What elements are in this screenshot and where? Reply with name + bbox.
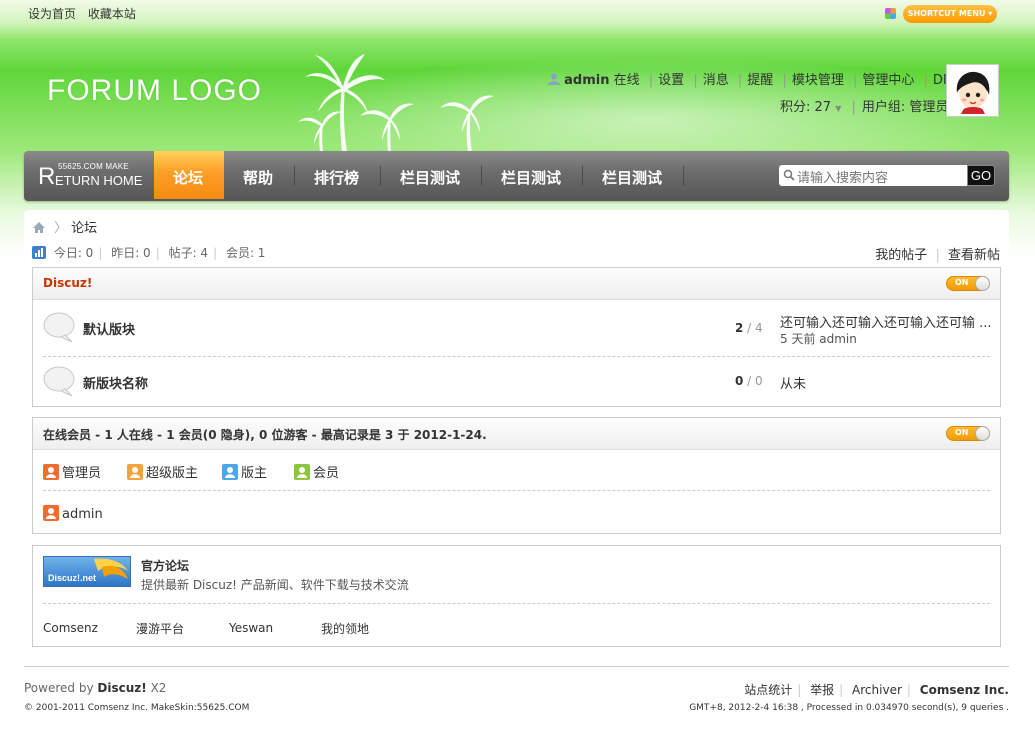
friend-link-manyou[interactable]: 漫游平台 <box>136 620 184 637</box>
copyright: © 2001-2011 Comsenz Inc. MakeSkin:55625.… <box>24 703 250 713</box>
my-posts-link[interactable]: 我的帖子 <box>875 248 927 263</box>
bookmark-link[interactable]: 收藏本站 <box>88 7 136 21</box>
stat-yesterday: 昨日: 0 <box>111 246 151 260</box>
friend-link-yeswan[interactable]: Yeswan <box>229 621 273 635</box>
shortcut-menu-button[interactable]: SHORTCUT MENU ▾ <box>903 5 997 23</box>
nav-item-test-2[interactable]: 栏目测试 <box>501 167 561 188</box>
discuz-net-badge[interactable]: Discuz!.net <box>43 556 131 587</box>
stats-chart-icon <box>32 246 46 259</box>
module-manage-link[interactable]: 模块管理 <box>792 73 844 88</box>
search-input[interactable]: 请输入搜索内容 <box>779 165 967 186</box>
discuz-link[interactable]: Discuz! <box>97 681 146 695</box>
top-links: 设为首页 收藏本站 <box>28 5 144 22</box>
nav-item-test-1[interactable]: 栏目测试 <box>400 167 460 188</box>
nav-item-test-3[interactable]: 栏目测试 <box>602 167 662 188</box>
view-new-posts-link[interactable]: 查看新帖 <box>948 248 1000 263</box>
footer-links: 站点统计 | 举报 | Archiver | Comsenz Inc. <box>744 683 1009 697</box>
forum-row: 新版块名称 0 / 0 从未 <box>43 366 990 398</box>
friend-link-comsenz[interactable]: Comsenz <box>43 621 98 635</box>
username-link[interactable]: admin <box>564 73 609 88</box>
nav-separator <box>380 166 381 186</box>
last-post-never: 从未 <box>780 377 807 392</box>
breadcrumb: 〉论坛 <box>32 217 97 236</box>
super-moderator-icon <box>127 464 143 480</box>
nav-separator <box>294 166 295 186</box>
quick-links: 我的帖子 | 查看新帖 <box>875 248 1000 263</box>
forum-count: 2 / 4 <box>735 321 763 335</box>
nav-item-forum[interactable]: 论坛 <box>154 151 224 199</box>
version-label: X2 <box>150 681 167 695</box>
user-group[interactable]: 用户组: 管理员 <box>862 100 949 115</box>
admin-center-link[interactable]: 管理中心 <box>862 73 914 88</box>
set-home-link[interactable]: 设为首页 <box>28 7 76 21</box>
chevron-right-icon: 〉 <box>54 221 68 236</box>
user-icon <box>548 73 564 88</box>
category-header: Discuz! ON <box>33 268 1000 300</box>
nav-item-ranking[interactable]: 排行榜 <box>314 167 359 188</box>
member-icon <box>294 464 310 480</box>
admin-user-icon <box>43 505 59 521</box>
official-forum-desc: 提供最新 Discuz! 产品新闻、软件下载与技术交流 <box>141 578 409 592</box>
category-toggle[interactable]: ON <box>946 276 990 291</box>
forum-count: 0 / 0 <box>735 374 763 388</box>
palm-trees-decoration <box>298 54 494 152</box>
points-menu[interactable]: 积分: 27 <box>780 100 831 115</box>
report-link[interactable]: 举报 <box>810 683 834 697</box>
legend-super-moderator: 超级版主 <box>127 462 198 481</box>
online-title[interactable]: 在线会员 - 1 人在线 - 1 会员(0 隐身), 0 位游客 - 最高记录是… <box>43 426 487 443</box>
friend-link-my-domain[interactable]: 我的领地 <box>321 620 369 637</box>
stat-members: 会员: 1 <box>225 246 266 260</box>
archiver-link[interactable]: Archiver <box>852 683 902 697</box>
online-status: 在线 <box>613 73 640 88</box>
messages-link[interactable]: 消息 <box>703 73 729 88</box>
search-icon <box>783 169 795 181</box>
category-title[interactable]: Discuz! <box>43 276 92 290</box>
divider <box>43 356 990 357</box>
breadcrumb-current[interactable]: 论坛 <box>71 221 97 236</box>
user-meta: 积分: 27 ▼ | 用户组: 管理员 <box>780 100 949 115</box>
avatar[interactable] <box>946 64 999 117</box>
legend-member: 会员 <box>294 462 339 481</box>
forum-logo[interactable]: FORUM LOGO <box>47 74 262 108</box>
online-toggle[interactable]: ON <box>946 426 990 441</box>
admin-user-icon <box>43 464 59 480</box>
search-button[interactable]: GO <box>967 165 995 186</box>
last-post-link[interactable]: 还可输入还可输入还可输入还可输 ... <box>780 312 992 331</box>
powered-by: Powered by Discuz! X2 <box>24 681 167 695</box>
forum-bubble-icon <box>43 312 75 343</box>
online-header: 在线会员 - 1 人在线 - 1 会员(0 隐身), 0 位游客 - 最高记录是… <box>33 418 1000 450</box>
chevron-down-icon[interactable]: ▼ <box>835 104 841 113</box>
user-links: admin 在线 |设置 |消息 |提醒 |模块管理 |管理中心 |DIY |退… <box>548 69 999 88</box>
official-forum-link[interactable]: 官方论坛 <box>141 557 189 574</box>
forum-row: 默认版块 2 / 4 还可输入还可输入还可输入还可输 ... 5 天前 admi… <box>43 312 992 352</box>
search-placeholder: 请输入搜索内容 <box>797 171 889 186</box>
category-box: Discuz! ON 默认版块 2 / 4 还可输入还可输入还可输入还可输 ..… <box>32 267 1001 407</box>
home-icon[interactable] <box>32 221 46 234</box>
forum-stats: 今日: 0 | 昨日: 0 | 帖子: 4 | 会员: 1 <box>32 244 265 261</box>
forum-name-link[interactable]: 默认版块 <box>83 319 135 338</box>
footer-divider <box>24 666 1009 667</box>
company-link[interactable]: Comsenz Inc. <box>920 683 1009 697</box>
avatar-image <box>949 67 996 114</box>
nav-separator <box>582 166 583 186</box>
legend-moderator: 版主 <box>222 462 267 481</box>
last-post-meta: 5 天前 admin <box>780 332 857 346</box>
nav-separator <box>683 166 684 186</box>
nav-separator <box>481 166 482 186</box>
divider <box>43 603 990 604</box>
processing-info: GMT+8, 2012-2-4 16:38 , Processed in 0.0… <box>689 703 1009 713</box>
stat-today: 今日: 0 <box>53 246 94 260</box>
online-user-admin[interactable]: admin <box>43 505 103 522</box>
forum-bubble-icon <box>43 366 75 397</box>
color-theme-icon[interactable] <box>885 8 896 19</box>
legend-admin: 管理员 <box>43 462 101 481</box>
divider <box>43 490 990 491</box>
forum-name-link[interactable]: 新版块名称 <box>83 373 148 392</box>
nav-item-help[interactable]: 帮助 <box>243 167 273 188</box>
stat-posts: 帖子: 4 <box>168 246 209 260</box>
settings-link[interactable]: 设置 <box>658 73 684 88</box>
moderator-icon <box>222 464 238 480</box>
site-stats-link[interactable]: 站点统计 <box>744 683 792 697</box>
notifications-link[interactable]: 提醒 <box>747 73 773 88</box>
